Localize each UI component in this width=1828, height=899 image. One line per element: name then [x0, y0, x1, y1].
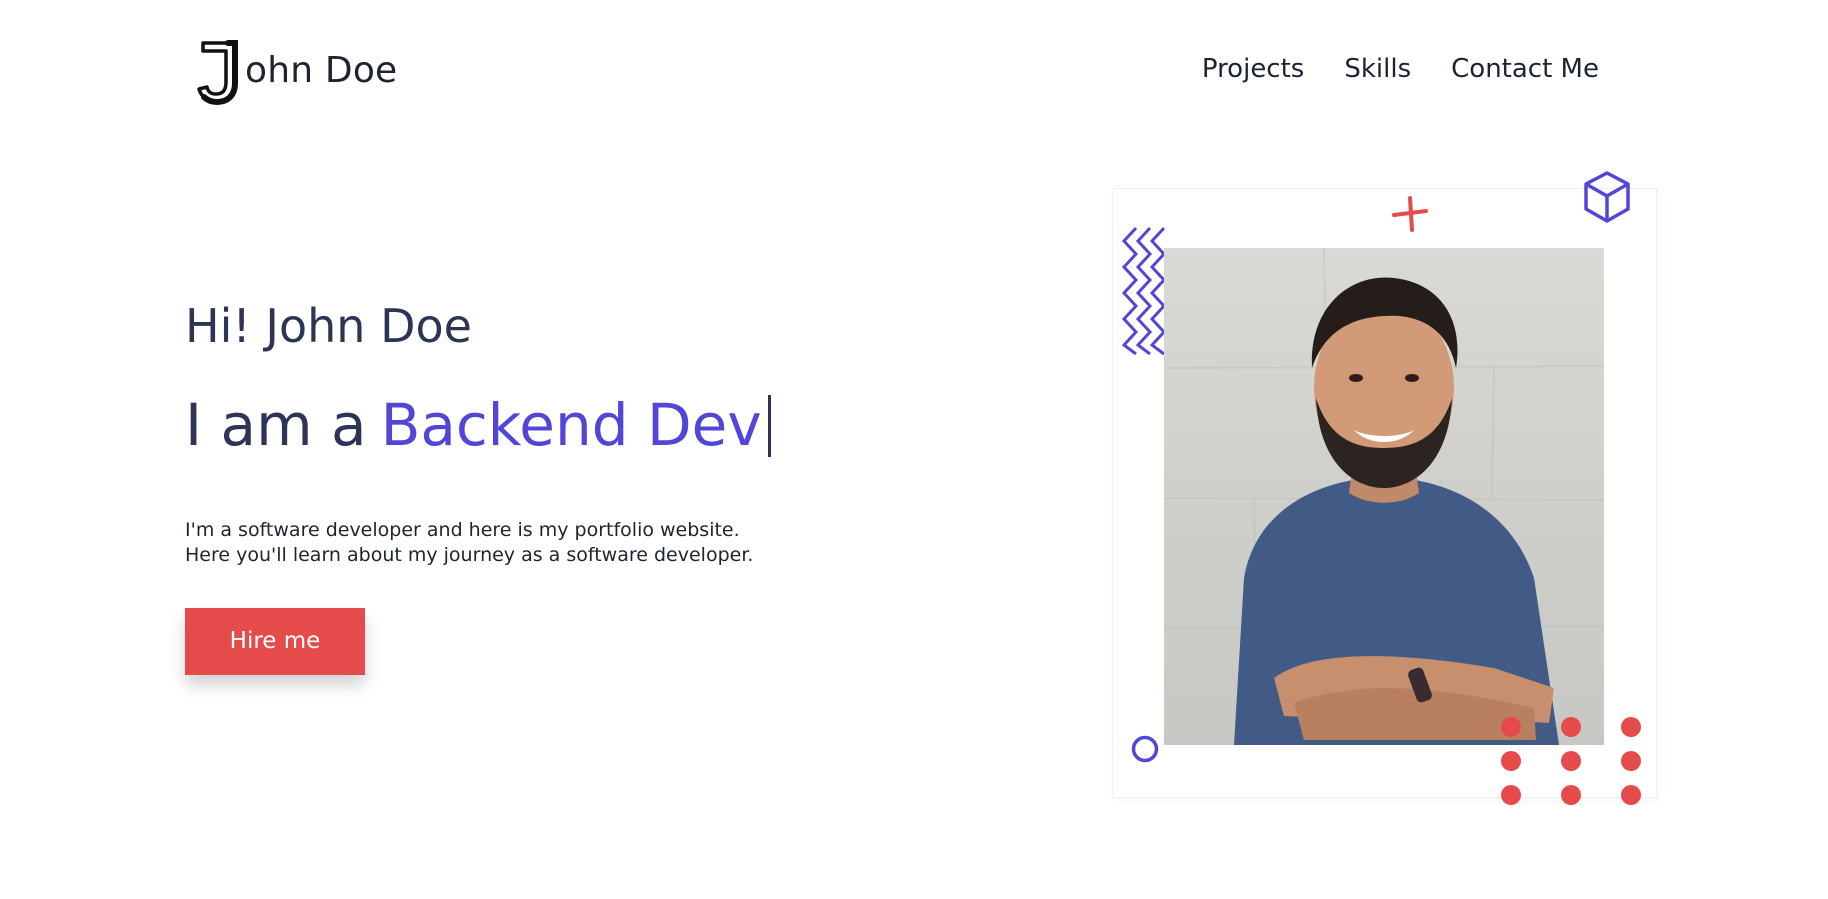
hero-description-line2: Here you'll learn about my journey as a …: [185, 543, 754, 566]
hero-intro: Hi! John Doe I am a Backend Dev I'm a so…: [185, 300, 885, 675]
main-nav: Projects Skills Contact Me: [1202, 52, 1599, 86]
cube-icon: [1582, 170, 1632, 228]
portfolio-page: ohn Doe Projects Skills Contact Me Hi! J…: [0, 0, 1828, 899]
plus-icon: [1390, 194, 1430, 238]
hero-visual: [1112, 160, 1672, 810]
profile-photo: [1164, 248, 1604, 745]
dots-grid-icon: [1501, 717, 1641, 805]
site-header: ohn Doe Projects Skills Contact Me: [0, 0, 1828, 140]
hire-me-button[interactable]: Hire me: [185, 607, 365, 675]
nav-contact[interactable]: Contact Me: [1451, 52, 1599, 86]
ring-icon: [1130, 734, 1160, 768]
brand-link[interactable]: ohn Doe: [193, 36, 397, 106]
hero-role-line: I am a Backend Dev: [185, 383, 885, 458]
typing-caret: [767, 394, 771, 457]
hero-role: Backend Dev: [380, 390, 762, 459]
hero-description: I'm a software developer and here is my …: [185, 518, 885, 568]
brand-name: ohn Doe: [245, 50, 398, 91]
hero-description-line1: I'm a software developer and here is my …: [185, 518, 740, 541]
nav-skills[interactable]: Skills: [1344, 52, 1411, 86]
hero-greeting: Hi! John Doe: [185, 299, 472, 353]
logo-j-icon: [193, 36, 243, 106]
nav-projects[interactable]: Projects: [1202, 52, 1305, 86]
hero-role-prefix: I am a: [185, 390, 367, 459]
